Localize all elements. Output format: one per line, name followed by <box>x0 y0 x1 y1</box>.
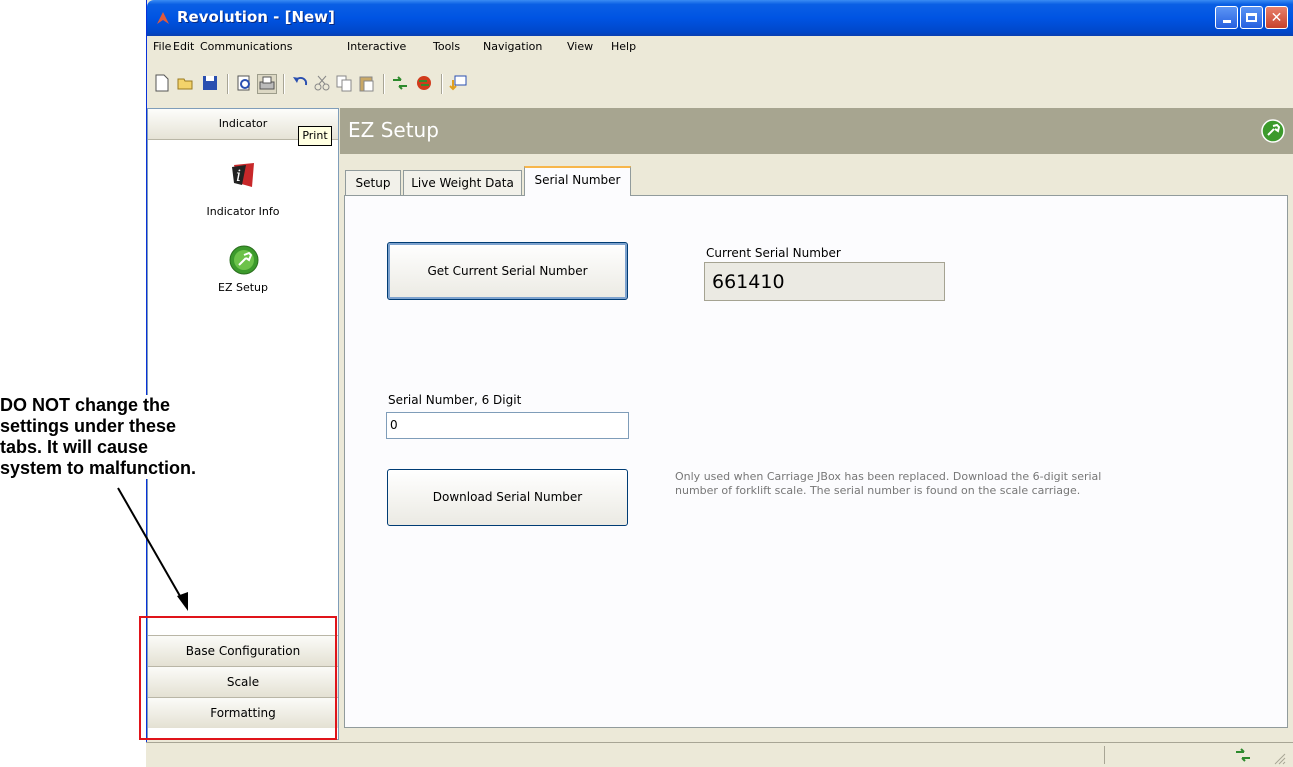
maximize-icon <box>1246 13 1257 22</box>
download-help-text: Only used when Carriage JBox has been re… <box>675 470 1102 497</box>
print-preview-icon[interactable] <box>235 74 253 92</box>
minimize-icon <box>1222 20 1231 23</box>
save-icon[interactable] <box>201 74 219 92</box>
connection-status-icon <box>1236 748 1250 762</box>
print-icon[interactable] <box>257 74 277 94</box>
menu-bar: File Edit Communications Interactive Too… <box>147 36 1293 58</box>
page-title: EZ Setup <box>348 118 439 142</box>
serial-number-input-label: Serial Number, 6 Digit <box>388 393 522 407</box>
tab-serial-number[interactable]: Serial Number <box>524 166 631 196</box>
cut-icon[interactable] <box>313 74 331 92</box>
download-serial-number-button[interactable]: Download Serial Number <box>387 469 628 526</box>
menu-tools[interactable]: Tools <box>433 40 460 53</box>
svg-text:i: i <box>236 166 241 185</box>
toolbar-separator <box>283 74 285 94</box>
copy-icon[interactable] <box>335 74 353 92</box>
close-icon: ✕ <box>1270 9 1283 26</box>
menu-file[interactable]: File <box>153 40 171 53</box>
menu-navigation[interactable]: Navigation <box>483 40 542 53</box>
get-current-serial-number-button[interactable]: Get Current Serial Number <box>387 242 628 300</box>
ez-setup-icon[interactable] <box>229 245 259 275</box>
status-bar <box>146 742 1293 767</box>
download-icon[interactable] <box>449 74 467 92</box>
highlight-box <box>139 616 337 740</box>
ez-setup-header: EZ Setup <box>340 108 1293 154</box>
status-divider <box>1104 746 1105 764</box>
print-tooltip: Print <box>298 126 332 146</box>
tab-live-weight-data[interactable]: Live Weight Data <box>403 170 522 196</box>
ez-setup-header-icon <box>1261 119 1285 143</box>
current-serial-number-label: Current Serial Number <box>706 246 841 260</box>
maximize-button[interactable] <box>1240 6 1263 29</box>
window-title: Revolution - [New] <box>177 8 335 26</box>
disconnect-icon[interactable] <box>415 74 433 92</box>
serial-number-input[interactable]: 0 <box>386 412 629 439</box>
toolbar-separator <box>441 74 443 94</box>
new-icon[interactable] <box>153 74 171 92</box>
serial-number-panel: Get Current Serial Number Current Serial… <box>344 195 1288 728</box>
title-bar[interactable]: Revolution - [New] ✕ <box>147 0 1293 36</box>
menu-view[interactable]: View <box>567 40 593 53</box>
nav-item-indicator-info[interactable]: Indicator Info <box>148 205 338 218</box>
undo-icon[interactable] <box>291 74 309 92</box>
toolbar-separator <box>383 74 385 94</box>
menu-help[interactable]: Help <box>611 40 636 53</box>
menu-communications[interactable]: Communications <box>200 40 292 53</box>
paste-icon[interactable] <box>357 74 375 92</box>
toolbar-separator <box>227 74 229 94</box>
tab-setup[interactable]: Setup <box>345 170 401 196</box>
connect-icon[interactable] <box>391 74 409 92</box>
menu-interactive[interactable]: Interactive <box>347 40 406 53</box>
menu-edit[interactable]: Edit <box>173 40 194 53</box>
open-icon[interactable] <box>177 74 195 92</box>
close-button[interactable]: ✕ <box>1265 6 1288 29</box>
toolbar <box>147 58 1293 108</box>
current-serial-number-value: 661410 <box>704 262 945 301</box>
nav-item-ez-setup[interactable]: EZ Setup <box>148 281 338 294</box>
resize-grip-icon[interactable] <box>1274 753 1286 765</box>
warning-annotation: DO NOT change the settings under these t… <box>0 395 205 479</box>
revolution-app-icon <box>157 12 169 24</box>
indicator-info-icon[interactable]: i <box>228 161 258 189</box>
minimize-button[interactable] <box>1215 6 1238 29</box>
